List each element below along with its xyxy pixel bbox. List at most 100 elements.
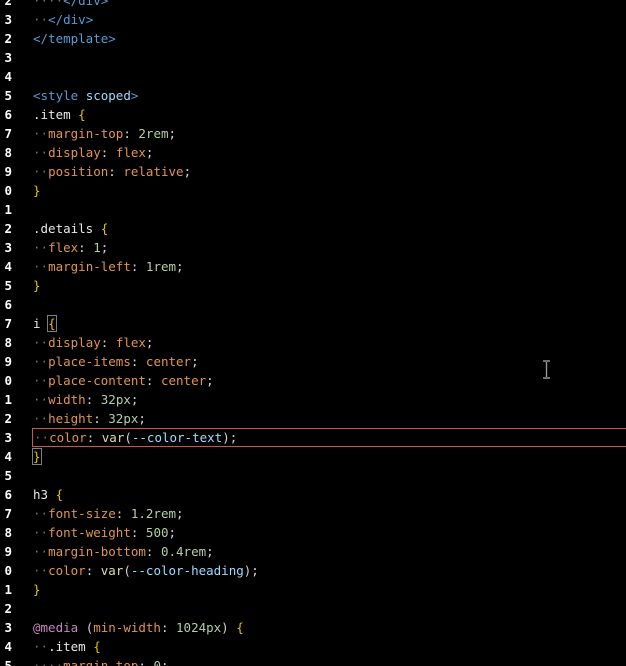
line-number: 7 xyxy=(4,506,12,521)
code-line[interactable]: 7 ··margin-top: 2rem; xyxy=(0,124,626,143)
code-text[interactable]: ··width: 32px; xyxy=(33,390,626,409)
code-line[interactable]: 2 xyxy=(0,599,626,618)
code-token: ; xyxy=(160,658,169,666)
code-text[interactable]: } xyxy=(33,181,626,200)
code-line[interactable]: 3 @media (min-width: 1024px) { xyxy=(0,618,626,637)
code-text[interactable]: ··.item { xyxy=(33,637,626,656)
code-line[interactable]: 2 ····</div> xyxy=(0,0,626,10)
code-line[interactable]: 1 xyxy=(0,200,626,219)
code-line[interactable]: 3 ··flex: 1; xyxy=(0,238,626,257)
code-token: center xyxy=(160,373,207,388)
code-text[interactable]: ··margin-left: 1rem; xyxy=(33,257,626,276)
code-line[interactable]: 9 ··position: relative; xyxy=(0,162,626,181)
line-number: 5 xyxy=(4,278,12,293)
code-line[interactable]: 9 ··place-items: center; xyxy=(0,352,626,371)
code-line[interactable]: 4 ··margin-left: 1rem; xyxy=(0,257,626,276)
code-line[interactable]: 5 ····margin-top: 0; xyxy=(0,656,626,666)
code-line[interactable]: 2 </template> xyxy=(0,29,626,48)
code-line[interactable]: 5 <style scoped> xyxy=(0,86,626,105)
code-line[interactable]: 5 xyxy=(0,466,626,485)
code-line[interactable]: 8 ··display: flex; xyxy=(0,333,626,352)
code-line[interactable]: 3 xyxy=(0,48,626,67)
code-token: { xyxy=(236,620,244,635)
code-token: ; xyxy=(176,506,184,521)
code-text[interactable]: ··height: 32px; xyxy=(33,409,626,428)
code-text[interactable]: ··color: var(--color-heading); xyxy=(33,561,626,580)
code-text[interactable] xyxy=(33,67,626,86)
code-line[interactable]: 6 h3 { xyxy=(0,485,626,504)
code-text[interactable]: h3 { xyxy=(33,485,626,504)
code-line[interactable]: 8 ··display: flex; xyxy=(0,143,626,162)
code-text[interactable] xyxy=(33,599,626,618)
code-text[interactable]: ····</div> xyxy=(33,0,626,10)
code-line[interactable]: 1} xyxy=(0,580,626,599)
code-text[interactable]: i { xyxy=(33,314,626,333)
code-line[interactable]: 2 .details { xyxy=(0,219,626,238)
code-text[interactable]: ··position: relative; xyxy=(33,162,626,181)
line-number: 4 xyxy=(4,259,12,274)
code-text[interactable]: } xyxy=(33,580,626,599)
line-number: 9 xyxy=(4,544,12,559)
code-text[interactable] xyxy=(33,466,626,485)
code-text[interactable]: </template> xyxy=(33,29,626,48)
line-number: 3 xyxy=(4,240,12,255)
code-text[interactable]: .item { xyxy=(33,105,626,124)
code-text[interactable]: <style scoped> xyxy=(33,86,626,105)
code-line[interactable]: 6 xyxy=(0,295,626,314)
code-text[interactable]: } xyxy=(32,447,626,466)
code-text[interactable]: .details { xyxy=(33,219,626,238)
code-token: ; xyxy=(183,164,192,179)
code-text[interactable]: ····margin-top: 0; xyxy=(33,656,626,666)
code-line[interactable]: 4 ··.item { xyxy=(0,637,626,656)
code-text[interactable]: ··font-size: 1.2rem; xyxy=(33,504,626,523)
code-line[interactable]: 4 xyxy=(0,67,626,86)
code-text[interactable]: ··font-weight: 500; xyxy=(33,523,626,542)
code-text[interactable]: ··</div> xyxy=(33,10,626,29)
code-text[interactable]: ··margin-bottom: 0.4rem; xyxy=(33,542,626,561)
code-token: : xyxy=(130,259,146,274)
code-line[interactable]: 0 ··color: var(--color-heading); xyxy=(0,561,626,580)
code-text[interactable]: ··margin-top: 2rem; xyxy=(33,124,626,143)
code-line[interactable]: 7 i { xyxy=(0,314,626,333)
code-line[interactable]: 7 ··font-size: 1.2rem; xyxy=(0,504,626,523)
code-line[interactable]: 0} xyxy=(0,181,626,200)
code-text[interactable]: ··place-content: center; xyxy=(33,371,626,390)
code-line[interactable]: 3 ··</div> xyxy=(0,10,626,29)
code-line[interactable]: 6 .item { xyxy=(0,105,626,124)
code-text[interactable]: ··place-items: center; xyxy=(33,352,626,371)
line-number: 9 xyxy=(4,354,12,369)
code-token: ; xyxy=(176,259,184,274)
code-line[interactable]: 9 ··margin-bottom: 0.4rem; xyxy=(0,542,626,561)
code-token: flex xyxy=(48,240,79,255)
code-line[interactable]: 0 ··place-content: center; xyxy=(0,371,626,390)
code-token: 32px xyxy=(108,411,139,426)
line-number: 3 xyxy=(4,620,12,635)
line-number: 3 xyxy=(4,50,12,65)
code-text[interactable] xyxy=(33,48,626,67)
code-token: h3 xyxy=(33,487,56,502)
line-number: 1 xyxy=(4,202,12,217)
code-text[interactable] xyxy=(33,200,626,219)
code-line[interactable]: 1 ··width: 32px; xyxy=(0,390,626,409)
code-line-current[interactable]: 3 ··color: var(--color-text); xyxy=(0,428,626,447)
code-text[interactable]: ··display: flex; xyxy=(33,143,626,162)
code-token: --color-text xyxy=(131,430,223,445)
code-line[interactable]: 5} xyxy=(0,276,626,295)
code-token: relative xyxy=(123,164,184,179)
code-editor[interactable]: 2 ····</div> 3 ··</div> 2 </template> 3 4 5 <styl… xyxy=(0,0,626,666)
line-number: 8 xyxy=(4,335,12,350)
code-text[interactable]: ··display: flex; xyxy=(33,333,626,352)
code-token: > xyxy=(130,88,139,103)
code-line[interactable]: 2 ··height: 32px; xyxy=(0,409,626,428)
code-text[interactable] xyxy=(33,295,626,314)
code-line[interactable]: 4} xyxy=(0,447,626,466)
code-text[interactable]: } xyxy=(33,276,626,295)
code-text[interactable]: ··color: var(--color-text); xyxy=(32,428,626,447)
code-token: ·· xyxy=(33,354,49,369)
code-line[interactable]: 8 ··font-weight: 500; xyxy=(0,523,626,542)
code-text[interactable]: ··flex: 1; xyxy=(33,238,626,257)
code-token: ·· xyxy=(33,544,49,559)
code-text[interactable]: @media (min-width: 1024px) { xyxy=(33,618,626,637)
code-token: color xyxy=(49,430,87,445)
